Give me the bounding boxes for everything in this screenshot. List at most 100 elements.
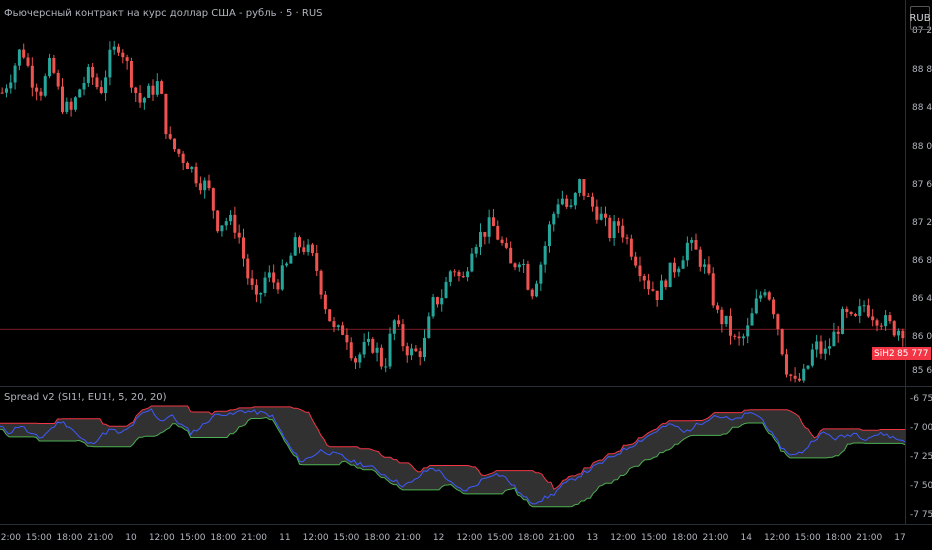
- candle-body: [48, 57, 52, 77]
- price-tick-label: 88 400: [912, 103, 932, 113]
- spread-tick-label: -7 500: [910, 481, 932, 491]
- indicator-label[interactable]: Spread v2 (SI1!, EU1!, 5, 20, 20): [4, 392, 167, 403]
- candle-body: [422, 337, 426, 358]
- time-tick-label: 11: [279, 533, 290, 543]
- candle-body: [750, 313, 754, 326]
- time-tick-label: 18:00: [518, 533, 544, 543]
- time-tick-label: 15:00: [333, 533, 359, 543]
- time-tick-label: 15:00: [26, 533, 52, 543]
- candle-body: [466, 271, 470, 278]
- candle-body: [160, 81, 164, 94]
- chart-canvas[interactable]: 87 20088 80088 40088 00087 60087 20086 8…: [0, 0, 932, 550]
- candle-body: [397, 320, 401, 325]
- candle-body: [776, 314, 780, 330]
- candle-body: [647, 280, 651, 290]
- spread-pane[interactable]: [0, 405, 906, 508]
- candle-body: [819, 341, 823, 354]
- candle-body: [65, 101, 69, 112]
- candle-body: [254, 284, 258, 295]
- candle-body: [720, 309, 724, 325]
- candle-body: [862, 305, 866, 307]
- price-pane[interactable]: [0, 40, 906, 383]
- spread-axis[interactable]: -6 750 -7 000 -7 250 -7 500 -7 750: [910, 394, 932, 520]
- candle-body: [530, 289, 534, 297]
- candle-body: [638, 265, 642, 276]
- candle-body: [625, 237, 629, 239]
- candle-body: [763, 292, 767, 296]
- time-tick-label: 21:00: [87, 533, 113, 543]
- candle-body: [841, 308, 845, 334]
- candle-body: [772, 299, 776, 315]
- candle-body: [668, 262, 672, 288]
- candle-body: [487, 217, 491, 237]
- candle-body: [177, 149, 181, 154]
- candle-body: [603, 213, 607, 218]
- spread-band-fill: [0, 406, 905, 507]
- time-tick-label: 12:00: [303, 533, 329, 543]
- candle-body: [582, 179, 586, 196]
- candle-body: [112, 46, 116, 50]
- price-axis[interactable]: 87 20088 80088 40088 00087 60087 20086 8…: [912, 26, 932, 376]
- candle-body: [470, 253, 474, 272]
- candle-body: [569, 205, 573, 207]
- candle-body: [496, 226, 500, 240]
- candle-body: [181, 153, 185, 163]
- candle-body: [371, 338, 375, 353]
- candle-body: [849, 312, 853, 315]
- price-tick-label: 87 600: [912, 180, 932, 190]
- candle-body: [793, 375, 797, 379]
- candle-body: [39, 91, 43, 96]
- candle-body: [315, 253, 319, 271]
- time-tick-label: 12:00: [764, 533, 790, 543]
- candle-body: [289, 255, 293, 264]
- candle-body: [4, 88, 8, 93]
- candle-body: [306, 244, 310, 252]
- candle-body: [479, 232, 483, 248]
- candle-body: [815, 341, 819, 350]
- candle-body: [431, 297, 435, 317]
- candle-body: [897, 330, 901, 336]
- candle-body: [513, 263, 517, 268]
- candle-body: [349, 342, 353, 359]
- time-tick-label: 12: [433, 533, 444, 543]
- candle-body: [250, 278, 254, 285]
- currency-badge[interactable]: RUB: [909, 6, 931, 30]
- candle-body: [884, 315, 888, 327]
- candle-body: [30, 65, 34, 88]
- candle-body: [185, 162, 189, 170]
- candle-body: [220, 225, 224, 232]
- candle-body: [595, 206, 599, 220]
- time-tick-label: 12:00: [610, 533, 636, 543]
- candle-body: [642, 275, 646, 281]
- candle-body: [780, 329, 784, 355]
- candle-body: [879, 325, 883, 327]
- candle-body: [565, 198, 569, 207]
- spread-tick-label: -7 000: [910, 423, 932, 433]
- candle-body: [108, 49, 112, 78]
- candle-body: [685, 242, 689, 261]
- candle-body: [405, 346, 409, 356]
- last-price-tag: 85 777: [895, 347, 931, 360]
- candle-body: [435, 297, 439, 305]
- candle-body: [91, 66, 95, 78]
- candle-body: [629, 238, 633, 257]
- candle-body: [526, 263, 530, 290]
- candle-body: [591, 196, 595, 207]
- candle-body: [134, 87, 138, 94]
- candle-body: [259, 292, 263, 295]
- candle-body: [280, 265, 284, 290]
- candle-body: [69, 101, 73, 110]
- candle-body: [354, 358, 358, 363]
- time-tick-label: 17: [894, 533, 905, 543]
- time-tick-label: 14: [740, 533, 752, 543]
- candle-body: [836, 331, 840, 334]
- time-axis[interactable]: 12:00 15:00 18:00 21:00 10 12:00 15:00 18:00 21:…: [0, 533, 906, 543]
- candle-body: [241, 237, 245, 259]
- candle-body: [655, 290, 659, 300]
- time-tick-label: 18:00: [57, 533, 83, 543]
- candle-body: [552, 213, 556, 225]
- candle-body: [901, 330, 905, 339]
- candle-body: [155, 81, 159, 95]
- candle-body: [616, 221, 620, 226]
- candle-body: [797, 378, 801, 381]
